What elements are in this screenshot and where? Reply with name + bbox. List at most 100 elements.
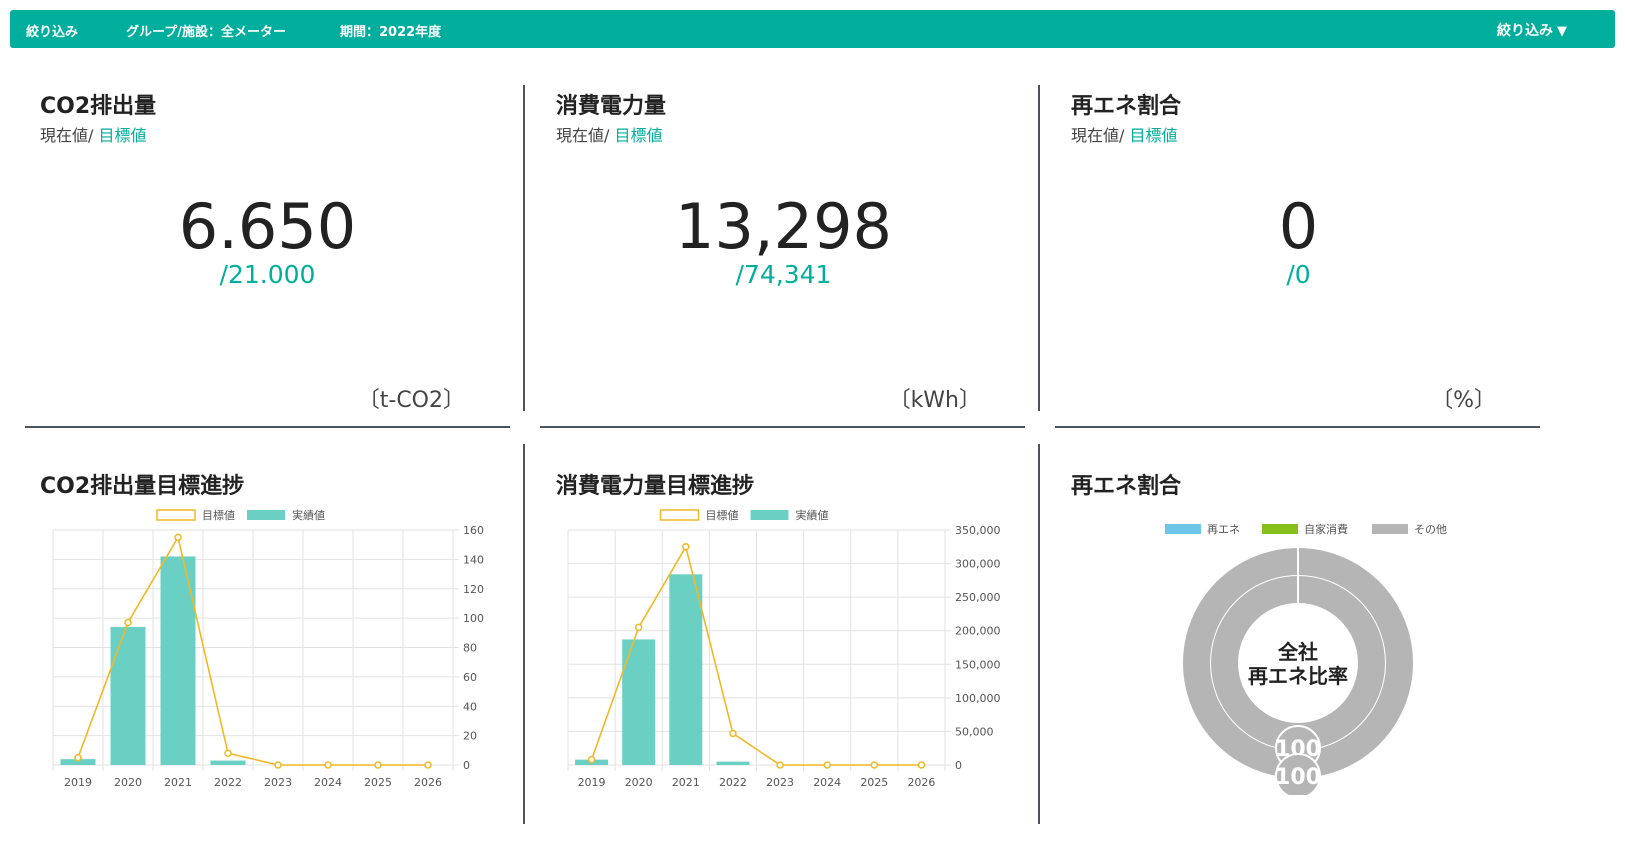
x-tick-label: 2026 [907,776,935,789]
legend-swatch-actual [750,510,789,520]
kpi-value: 0 [1278,190,1319,263]
y-tick-label: 100 [463,612,484,625]
y-tick-label: 200,000 [955,625,1001,638]
target-point [424,761,432,769]
x-tick-label: 2025 [860,776,888,789]
kpi-subtitle: 現在値/ 目標値 [40,122,147,146]
x-tick-label: 2019 [64,776,92,789]
target-point [174,533,182,542]
filter-period: 期間：2022年度 [340,25,442,40]
filter-bar: 絞り込み グループ/施設：全メーター 期間：2022年度 絞り込み ▼ [10,10,1615,48]
y-tick-label: 100,000 [955,692,1001,705]
divider [1038,444,1040,824]
y-tick-label: 140 [463,553,484,566]
target-point [274,761,282,769]
y-tick-label: 160 [463,524,484,537]
x-tick-label: 2023 [766,776,794,789]
y-tick-label: 80 [463,642,477,655]
y-tick-label: 20 [463,730,477,743]
target-point [374,761,382,769]
current-label: 現在値/ [556,126,615,145]
bar [210,760,246,765]
kpi-card-renewable: 再エネ割合 現在値/ 目標値 0 /0 〔%〕 [1071,88,1526,418]
kpi-unit: 〔t-CO2〕 [357,388,465,413]
kpi-subtitle: 現在値/ 目標値 [556,122,663,146]
data-label: 100 [1275,765,1321,790]
target-point [324,761,332,769]
divider [1038,85,1040,411]
x-tick-label: 2019 [578,776,606,789]
kpi-value: 6.650 [178,190,357,263]
y-tick-label: 250,000 [955,591,1001,604]
target-point [587,755,596,764]
center-label: 全社 [1277,640,1318,664]
target-point [74,753,82,762]
filter-label: 絞り込み [26,25,79,40]
x-tick-label: 2025 [364,776,392,789]
target-point [823,761,831,769]
chart-title-co2: CO2排出量目標進捗 [40,474,245,499]
filter-button[interactable]: 絞り込み ▼ [1497,20,1567,40]
chart-title-renewable: 再エネ割合 [1071,474,1182,499]
legend-swatch-target [659,509,700,521]
x-tick-label: 2021 [672,776,700,789]
legend-swatch [1165,524,1201,534]
power-progress-chart: 350,000 300,000 250,000 200,000 150,000 100,0… [567,508,1001,789]
target-label: 目標値 [614,126,663,145]
legend-label: 自家消費 [1304,522,1348,536]
target-label: 目標値 [1129,126,1178,145]
kpi-target: /0 [1286,260,1311,289]
y-tick-label: 350,000 [955,524,1001,537]
x-tick-label: 2024 [314,776,342,789]
divider [1055,426,1540,428]
bar [669,574,703,765]
y-tick-label: 60 [463,671,477,684]
kpi-value: 13,298 [675,190,892,263]
kpi-unit: 〔%〕 [1431,388,1496,413]
caret-down-icon: ▼ [1557,24,1567,39]
divider [523,444,525,824]
filter-group: グループ/施設：全メーター [126,25,286,40]
kpi-target: /74,341 [735,260,832,289]
legend-label: 実績値 [796,508,829,522]
legend-label: 目標値 [202,508,235,522]
legend-swatch-actual [247,510,285,520]
legend-label: 実績値 [292,508,325,522]
center-label: 再エネ比率 [1248,664,1348,688]
target-point [917,761,926,769]
x-tick-label: 2022 [214,776,242,789]
kpi-card-co2: CO2排出量 現在値/ 目標値 6.650 /21.000 〔t-CO2〕 [40,88,495,418]
legend-swatch-target [156,509,196,521]
kpi-card-power: 消費電力量 現在値/ 目標値 13,298 /74,341 〔kWh〕 [556,88,1011,418]
current-label: 現在値/ [40,126,99,145]
x-tick-label: 2023 [264,776,292,789]
kpi-unit: 〔kWh〕 [888,388,981,413]
y-tick-label: 0 [463,759,470,772]
kpi-title: CO2排出量 [40,94,157,119]
x-tick-label: 2020 [114,776,142,789]
divider [523,85,525,411]
x-tick-label: 2020 [625,776,653,789]
current-label: 現在値/ [1071,126,1130,145]
bar [110,626,146,765]
legend-label: 再エネ [1207,523,1240,536]
y-tick-label: 50,000 [955,725,994,738]
divider [25,426,510,428]
target-point [124,618,132,627]
filter-button-label: 絞り込み [1497,23,1553,39]
divider [540,426,1025,428]
target-point [634,623,643,632]
target-label: 目標値 [98,126,147,145]
legend-swatch [1372,524,1408,534]
renewable-donut-chart: 再エネ 自家消費 その他全社再エネ比率100100 [1165,522,1447,795]
legend-swatch [1262,524,1298,534]
kpi-subtitle: 現在値/ 目標値 [1071,122,1178,146]
target-point [224,749,232,757]
x-tick-label: 2024 [813,776,841,789]
chart-title-power: 消費電力量目標進捗 [556,474,755,499]
target-point [776,761,784,769]
target-point [682,543,690,551]
x-tick-label: 2026 [414,776,442,789]
kpi-target: /21.000 [219,260,316,289]
co2-progress-chart: 160 140 120 100 80 60 40 20 0 2019 2020 2021 2022 202… [52,508,484,789]
